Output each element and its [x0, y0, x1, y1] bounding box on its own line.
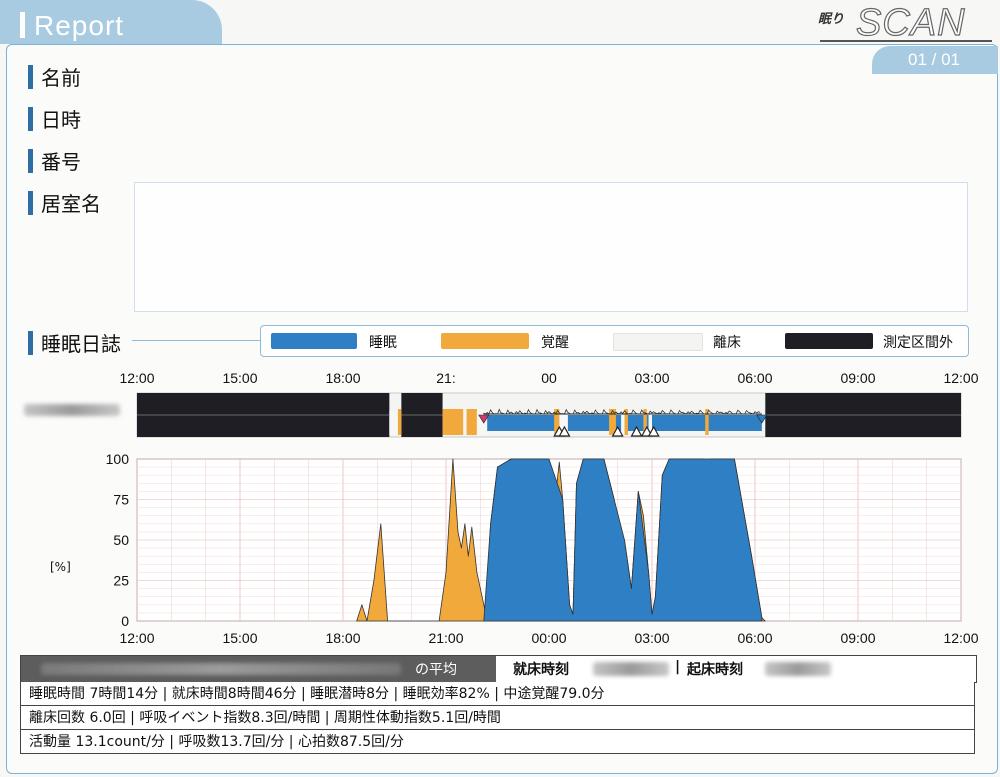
stats-divider: |: [675, 659, 681, 675]
sleep-timeline: [136, 392, 962, 438]
stats-row-vitals: 活動量 13.1count/分 | 呼吸数13.7回/分 | 心拍数87.5回/…: [20, 730, 975, 754]
y-tick-label: 25: [113, 573, 129, 589]
y-tick-label: 0: [121, 613, 129, 629]
timeline-absent-segment: [389, 411, 398, 435]
redacted-bedtime: [593, 662, 669, 676]
timeline-wake-segment: [442, 409, 464, 435]
wake-time-label: 起床時刻: [687, 662, 743, 678]
timeline-wake-segment: [466, 409, 477, 435]
y-tick-label: 75: [113, 492, 129, 508]
bedtime-label: 就床時刻: [513, 662, 569, 678]
redacted-wake-time: [765, 662, 831, 676]
chart-y-axis: 0 25 50 75 100: [106, 451, 130, 629]
y-tick-label: 50: [113, 532, 129, 548]
average-label: の平均: [415, 662, 457, 678]
timeline-wake-segment: [705, 409, 709, 435]
redacted-period: [41, 663, 401, 675]
y-tick-label: 100: [106, 451, 130, 467]
timeline-absent-segment: [476, 411, 488, 435]
stats-header-row: の平均 就床時刻 | 起床時刻: [20, 655, 977, 683]
stats-row-events: 離床回数 6.0回 | 呼吸イベント指数8.3回/時間 | 周期性体動指数5.1…: [20, 706, 975, 730]
y-axis-label: [%]: [50, 560, 71, 574]
timeline-wake-segment: [397, 409, 402, 435]
stats-row-sleep: 睡眠時間 7時間14分 | 就床時間8時間46分 | 睡眠潜時8分 | 睡眠効率…: [20, 682, 975, 706]
timeline-absent-segment: [621, 411, 625, 435]
